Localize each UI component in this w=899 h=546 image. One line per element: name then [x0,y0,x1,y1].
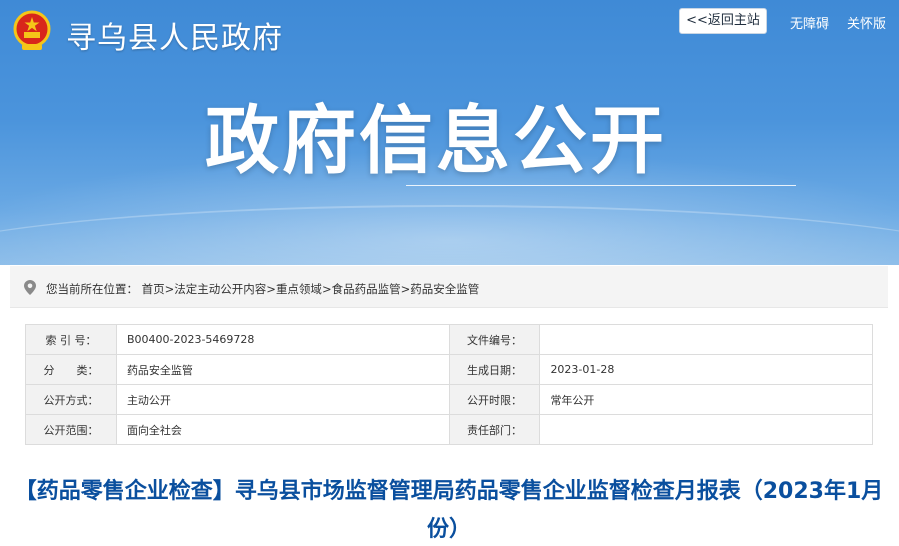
breadcrumb-separator: > [321,282,332,296]
main-content: 您当前所在位置： 首页>法定主动公开内容>重点领域>食品药品监管>药品安全监管 … [10,266,888,546]
category-value: 药品安全监管 [115,354,450,385]
breadcrumb: 您当前所在位置： 首页>法定主动公开内容>重点领域>食品药品监管>药品安全监管 [46,281,479,297]
table-row: 公开范围： 面向全社会 责任部门： [25,414,873,445]
breadcrumb-item-key-areas[interactable]: 重点领域 [276,282,322,296]
disclosure-period-value: 常年公开 [539,384,873,415]
breadcrumb-item-home[interactable]: 首页 [142,282,165,296]
site-title[interactable]: 寻乌县人民政府 [66,13,283,57]
breadcrumb-separator: > [400,282,411,296]
table-row: 分 类： 药品安全监管 生成日期： 2023-01-28 [25,354,873,385]
breadcrumb-prefix: 您当前所在位置： [46,282,138,296]
care-mode-link[interactable]: 关怀版 [847,13,886,32]
location-pin-icon [24,280,36,295]
national-emblem-icon [13,10,51,50]
breadcrumb-separator: > [164,282,175,296]
article-title: 【药品零售企业检查】寻乌县市场监督管理局药品零售企业监督检查月报表（2023年1… [14,479,884,542]
document-number-value [539,324,873,355]
header-banner: 寻乌县人民政府 <<返回主站 无障碍 关怀版 政府信息公开 [0,0,899,265]
banner-title: 政府信息公开 [205,98,667,184]
index-number-label: 索 引 号： [25,324,117,355]
back-to-main-site-button[interactable]: <<返回主站 [679,8,767,34]
breadcrumb-bar: 您当前所在位置： 首页>法定主动公开内容>重点领域>食品药品监管>药品安全监管 [10,266,888,308]
disclosure-method-label: 公开方式： [25,384,117,415]
breadcrumb-item-statutory[interactable]: 法定主动公开内容 [174,282,266,296]
accessibility-link[interactable]: 无障碍 [790,13,829,32]
breadcrumb-item-drug-safety[interactable]: 药品安全监管 [410,282,479,296]
table-row: 公开方式： 主动公开 公开时限： 常年公开 [25,384,873,415]
disclosure-scope-value: 面向全社会 [115,414,450,445]
disclosure-scope-label: 公开范围： [25,414,117,445]
table-row: 索 引 号： B00400-2023-5469728 文件编号： [25,324,873,355]
created-date-value: 2023-01-28 [539,354,873,385]
info-meta-table: 索 引 号： B00400-2023-5469728 文件编号： 分 类： 药品… [25,324,873,445]
category-label: 分 类： [25,354,117,385]
responsible-department-value [539,414,873,445]
banner-underline [406,185,796,186]
disclosure-method-value: 主动公开 [115,384,450,415]
breadcrumb-item-food-drug[interactable]: 食品药品监管 [332,282,401,296]
index-number-value: B00400-2023-5469728 [115,324,450,355]
responsible-department-label: 责任部门： [448,414,541,445]
created-date-label: 生成日期： [448,354,541,385]
disclosure-period-label: 公开时限： [448,384,541,415]
document-number-label: 文件编号： [448,324,541,355]
breadcrumb-separator: > [266,282,276,296]
